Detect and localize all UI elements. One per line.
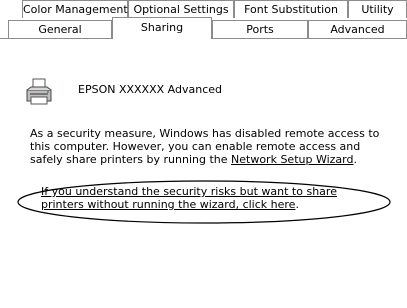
override-message: If you understand the security risks but… [41,185,383,211]
override-end: . [295,198,299,211]
printer-icon [26,78,52,105]
tab-optional-settings[interactable]: Optional Settings [128,0,234,18]
tab-sharing[interactable]: Sharing [112,17,212,39]
sharing-panel: EPSON XXXXXX Advanced As a security meas… [0,38,407,308]
tab-utility[interactable]: Utility [348,0,407,18]
security-text-end: . [353,153,357,166]
network-setup-wizard-link[interactable]: Network Setup Wizard [231,153,353,166]
tab-general[interactable]: General [8,20,112,38]
share-without-wizard-link[interactable]: If you understand the security risks but… [41,185,337,211]
tab-ports[interactable]: Ports [212,20,308,38]
tab-color-management[interactable]: Color Management [22,0,128,18]
tab-font-substitution[interactable]: Font Substitution [234,0,348,18]
tab-advanced[interactable]: Advanced [308,20,407,38]
security-message: As a security measure, Windows has disab… [30,127,382,166]
printer-name: EPSON XXXXXX Advanced [78,83,222,96]
